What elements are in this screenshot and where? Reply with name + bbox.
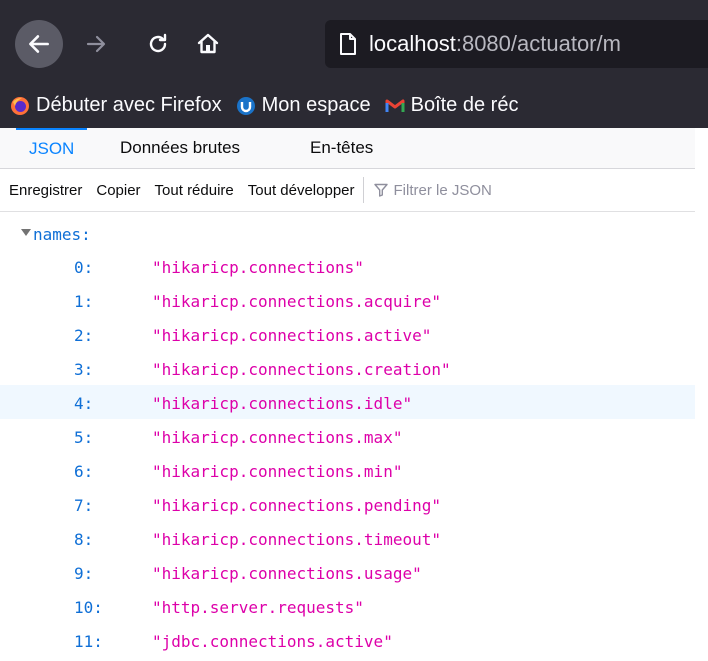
json-value: "jdbc.connections.active" — [152, 632, 393, 651]
json-value: "hikaricp.connections.creation" — [152, 360, 451, 379]
collapse-all-button[interactable]: Tout réduire — [155, 182, 234, 199]
json-tree: names: 0: "hikaricp.connections" 1: "hikar… — [0, 221, 695, 657]
arrow-right-icon — [86, 35, 106, 53]
json-value: "hikaricp.connections.min" — [152, 462, 403, 481]
json-row[interactable]: 5: "hikaricp.connections.max" — [0, 419, 695, 453]
page-icon — [340, 33, 356, 55]
toolbar-divider — [362, 177, 364, 203]
json-key: 1: — [74, 292, 94, 311]
json-row[interactable]: 10: "http.server.requests" — [0, 589, 695, 623]
mon-espace-icon — [236, 96, 256, 116]
json-row[interactable]: 3: "hikaricp.connections.creation" — [0, 351, 695, 385]
json-key: 4: — [74, 394, 94, 413]
json-viewer-tabs: JSON Données brutes En-têtes — [0, 128, 695, 169]
home-icon — [197, 33, 219, 54]
json-row[interactable]: 1: "hikaricp.connections.acquire" — [0, 283, 695, 317]
json-row-highlighted[interactable]: 4: "hikaricp.connections.idle" — [0, 385, 695, 419]
reload-button[interactable] — [140, 26, 176, 62]
gmail-icon — [385, 96, 405, 116]
reload-icon — [149, 33, 167, 53]
filter-placeholder: Filtrer le JSON — [393, 181, 492, 199]
copy-button[interactable]: Copier — [96, 182, 140, 199]
json-row[interactable]: 11: "jdbc.connections.active" — [0, 623, 695, 657]
json-row[interactable]: 2: "hikaricp.connections.active" — [0, 317, 695, 351]
forward-button[interactable] — [78, 26, 114, 62]
bookmark-label: Boîte de réc — [410, 94, 519, 116]
filter-icon — [373, 183, 388, 197]
filter-json-input[interactable]: Filtrer le JSON — [373, 181, 492, 199]
json-row-names[interactable]: names: — [0, 221, 695, 249]
json-value: "http.server.requests" — [152, 598, 364, 617]
json-value: "hikaricp.connections.usage" — [152, 564, 422, 583]
url-bar[interactable]: localhost:8080/actuator/m — [325, 20, 708, 68]
bookmark-label: Mon espace — [261, 94, 371, 116]
json-value: "hikaricp.connections.timeout" — [152, 530, 441, 549]
expand-caret-icon[interactable] — [21, 229, 31, 236]
json-row[interactable]: 6: "hikaricp.connections.min" — [0, 453, 695, 487]
back-button[interactable] — [15, 20, 63, 68]
json-value: "hikaricp.connections.active" — [152, 326, 432, 345]
json-key: 5: — [74, 428, 94, 447]
tab-json[interactable]: JSON — [16, 128, 88, 168]
json-row[interactable]: 8: "hikaricp.connections.timeout" — [0, 521, 695, 555]
json-key: 8: — [74, 530, 94, 549]
json-value: "hikaricp.connections" — [152, 258, 364, 277]
save-button[interactable]: Enregistrer — [9, 182, 82, 199]
json-key: 11: — [74, 632, 103, 651]
bookmark-firefox[interactable]: Débuter avec Firefox — [10, 94, 222, 117]
json-value: "hikaricp.connections.idle" — [152, 394, 413, 413]
json-key: 9: — [74, 564, 94, 583]
url-path: :8080/actuator/m — [455, 31, 621, 56]
arrow-left-icon — [29, 35, 49, 53]
url-text: localhost:8080/actuator/m — [369, 31, 621, 57]
json-row[interactable]: 9: "hikaricp.connections.usage" — [0, 555, 695, 589]
tab-headers[interactable]: En-têtes — [310, 128, 373, 168]
json-key: 6: — [74, 462, 94, 481]
bookmark-mon-espace[interactable]: Mon espace — [236, 94, 371, 117]
json-key: 0: — [74, 258, 94, 277]
json-value: "hikaricp.connections.pending" — [152, 496, 441, 515]
bookmark-boite-de-reception[interactable]: Boîte de réc — [385, 94, 519, 117]
url-host: localhost — [369, 31, 456, 56]
json-row[interactable]: 7: "hikaricp.connections.pending" — [0, 487, 695, 521]
json-key: 7: — [74, 496, 94, 515]
json-key: 10: — [74, 598, 103, 617]
tab-raw-data[interactable]: Données brutes — [120, 128, 240, 168]
json-row[interactable]: 0: "hikaricp.connections" — [0, 249, 695, 283]
expand-all-button[interactable]: Tout développer — [248, 182, 355, 199]
json-value: "hikaricp.connections.acquire" — [152, 292, 441, 311]
json-value: "hikaricp.connections.max" — [152, 428, 403, 447]
firefox-icon — [10, 96, 30, 116]
json-key: names: — [33, 225, 91, 244]
browser-toolbar: localhost:8080/actuator/m — [0, 0, 708, 83]
json-key: 2: — [74, 326, 94, 345]
bookmark-label: Débuter avec Firefox — [36, 94, 222, 116]
json-actions-toolbar: Enregistrer Copier Tout réduire Tout dév… — [0, 169, 695, 212]
bookmarks-bar: Débuter avec Firefox Mon espace Boîte de… — [0, 83, 708, 128]
json-key: 3: — [74, 360, 94, 379]
home-button[interactable] — [190, 26, 226, 62]
